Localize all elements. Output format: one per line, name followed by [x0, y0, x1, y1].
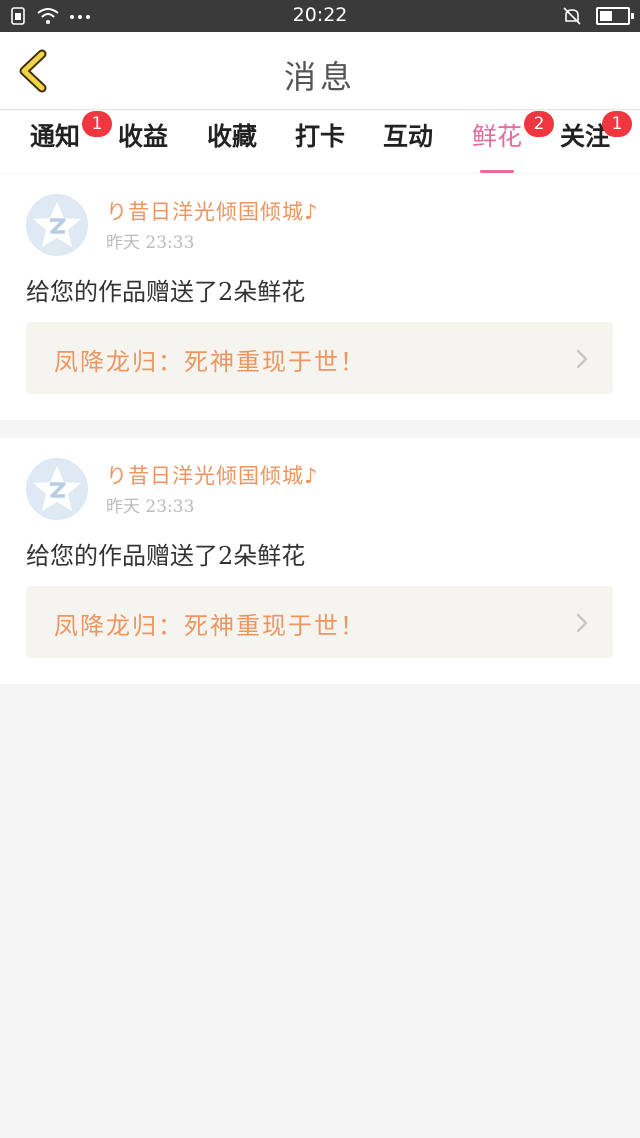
tab-checkin[interactable]: 打卡 — [285, 119, 355, 167]
tab-favorites[interactable]: 收藏 — [197, 119, 267, 167]
work-title: 凤降龙归：死神重现于世！ — [54, 348, 366, 376]
battery-icon — [596, 7, 634, 25]
message-time: 昨天 23:33 — [106, 497, 195, 517]
tab-label: 互动 — [382, 122, 433, 151]
active-tab-indicator — [480, 170, 514, 173]
tab-notifications[interactable]: 通知 1 — [20, 111, 112, 167]
page-header: 消息 — [0, 32, 640, 110]
tab-label: 收益 — [117, 122, 168, 151]
default-avatar-icon — [26, 458, 88, 520]
tab-flowers[interactable]: 鲜花 2 — [462, 111, 554, 173]
work-link[interactable]: 凤降龙归：死神重现于世！ — [26, 322, 613, 394]
message-card: り昔日洋光倾国倾城♪ 昨天 23:33 给您的作品赠送了2朵鲜花 凤降龙归：死神… — [0, 438, 640, 684]
message-text: 给您的作品赠送了2朵鲜花 — [26, 278, 306, 306]
work-link[interactable]: 凤降龙归：死神重现于世！ — [26, 586, 613, 658]
tab-earnings[interactable]: 收益 — [108, 119, 178, 167]
default-avatar-icon — [26, 194, 88, 256]
avatar[interactable] — [26, 458, 88, 520]
tab-follow[interactable]: 关注 1 — [550, 111, 632, 167]
status-time: 20:22 — [292, 4, 348, 26]
tab-interaction[interactable]: 互动 — [373, 119, 443, 167]
status-bar: 20:22 — [0, 0, 640, 32]
chevron-right-icon — [576, 613, 588, 633]
tab-label: 通知 — [29, 122, 80, 151]
sender-name[interactable]: り昔日洋光倾国倾城♪ — [106, 460, 318, 490]
work-title: 凤降龙归：死神重现于世！ — [54, 612, 366, 640]
page-title: 消息 — [283, 58, 356, 96]
tab-label: 鲜花 — [471, 122, 522, 151]
battery-fill — [600, 11, 612, 21]
sender-name[interactable]: り昔日洋光倾国倾城♪ — [106, 196, 318, 226]
mute-icon — [563, 7, 581, 25]
message-time: 昨天 23:33 — [106, 233, 195, 253]
unread-badge: 1 — [602, 111, 632, 137]
battery-tip — [631, 13, 634, 19]
avatar[interactable] — [26, 194, 88, 256]
message-text: 给您的作品赠送了2朵鲜花 — [26, 542, 306, 570]
status-right-icons — [562, 6, 634, 26]
chevron-right-icon — [576, 349, 588, 369]
tab-label: 打卡 — [294, 122, 345, 151]
message-card: り昔日洋光倾国倾城♪ 昨天 23:33 给您的作品赠送了2朵鲜花 凤降龙归：死神… — [0, 174, 640, 420]
tab-bar: 通知 1 收益 收藏 打卡 互动 鲜花 2 关注 1 — [0, 111, 640, 173]
tab-label: 收藏 — [206, 122, 257, 151]
